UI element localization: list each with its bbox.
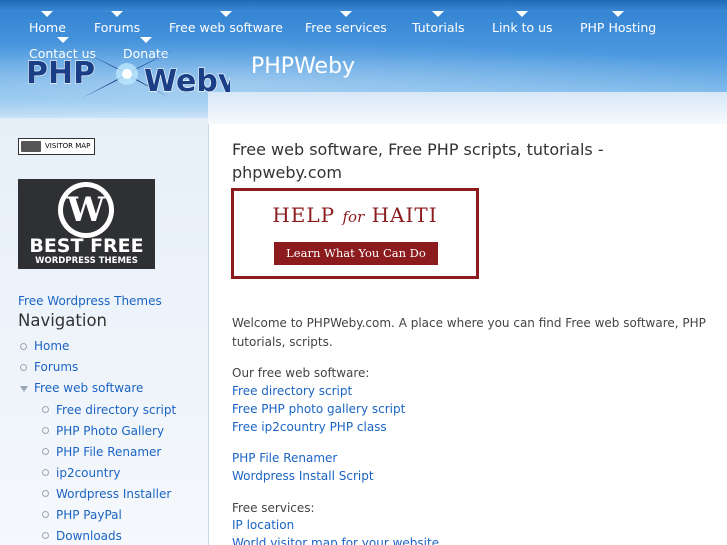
submenu-downloads[interactable]: Downloads [56, 529, 122, 543]
wordpress-themes-link[interactable]: Free Wordpress Themes [18, 294, 162, 308]
site-name: PHPWeby [251, 54, 356, 79]
navigation-title: Navigation [18, 311, 107, 330]
bullet-icon [42, 427, 49, 434]
nav-free-web-software[interactable]: Free web software [169, 11, 283, 35]
bullet-icon [20, 343, 27, 350]
welcome-text-line2: tutorials, scripts. [232, 335, 333, 349]
link-ip-location[interactable]: IP location [232, 518, 294, 532]
menu-item-home[interactable]: Home [34, 339, 69, 353]
submenu-php-paypal[interactable]: PHP PayPal [56, 508, 122, 522]
submenu-php-photo-gallery[interactable]: PHP Photo Gallery [56, 424, 164, 438]
nav-notch-icon [111, 11, 124, 17]
nav-notch-icon [432, 11, 445, 17]
nav-notch-icon [220, 11, 232, 17]
bullet-icon [42, 406, 49, 413]
nav-notch-icon [339, 11, 352, 17]
bullet-icon [42, 490, 49, 497]
page-title: Free web software, Free PHP scripts, tut… [232, 140, 604, 182]
nav-notch-icon [41, 11, 54, 17]
nav-home[interactable]: Home [29, 11, 66, 35]
visitor-map-badge[interactable]: VISITOR MAP [18, 138, 95, 155]
banner-subtitle: WORDPRESS THEMES [35, 256, 138, 266]
nav-free-services[interactable]: Free services [305, 11, 387, 35]
bullet-icon [42, 511, 49, 518]
bullet-icon [42, 469, 49, 476]
wordpress-logo-icon: W [58, 182, 114, 238]
nav-tutorials[interactable]: Tutorials [412, 11, 464, 35]
link-free-php-photo-gallery-script[interactable]: Free PHP photo gallery script [232, 402, 405, 416]
menu-item-free-web-software[interactable]: Free web software [34, 381, 143, 395]
world-map-icon [21, 141, 41, 152]
menu-item-forums[interactable]: Forums [34, 360, 78, 374]
nav-notch-icon [139, 37, 152, 43]
wordpress-themes-banner[interactable]: W BEST FREE WORDPRESS THEMES [18, 179, 155, 269]
software-heading: Our free web software: [232, 366, 370, 380]
nav-notch-icon [612, 11, 625, 17]
learn-what-you-can-do-button[interactable]: Learn What You Can Do [274, 242, 438, 265]
bullet-icon [20, 364, 27, 371]
submenu-free-directory-script[interactable]: Free directory script [56, 403, 176, 417]
welcome-text-line1: Welcome to PHPWeby.com. A place where yo… [232, 316, 706, 330]
nav-notch-icon [516, 11, 529, 17]
banner-title: BEST FREE [29, 235, 144, 257]
bullet-icon [42, 532, 49, 539]
nav-notch-icon [56, 37, 69, 43]
nav-php-hosting[interactable]: PHP Hosting [580, 11, 656, 35]
submenu-php-file-renamer[interactable]: PHP File Renamer [56, 445, 161, 459]
link-free-directory-script[interactable]: Free directory script [232, 384, 352, 398]
logo-php-text: PHP [26, 56, 95, 91]
haiti-heading: HELP for HAITI [272, 203, 438, 227]
expanded-triangle-icon [20, 386, 28, 392]
link-wordpress-install-script[interactable]: Wordpress Install Script [232, 469, 374, 483]
help-for-haiti-banner[interactable]: HELP for HAITI Learn What You Can Do [231, 188, 479, 279]
submenu-ip2country[interactable]: ip2country [56, 466, 120, 480]
link-free-ip2country-php-class[interactable]: Free ip2country PHP class [232, 420, 387, 434]
nav-forums[interactable]: Forums [94, 11, 140, 35]
bullet-icon [42, 448, 49, 455]
link-world-visitor-map[interactable]: World visitor map for your website [232, 536, 439, 545]
nav-link-to-us[interactable]: Link to us [492, 11, 553, 35]
services-heading: Free services: [232, 501, 315, 515]
submenu-wordpress-installer[interactable]: Wordpress Installer [56, 487, 171, 501]
phpweby-logo[interactable]: PHP Weby [24, 48, 230, 100]
link-php-file-renamer[interactable]: PHP File Renamer [232, 451, 337, 465]
content-top-gradient [208, 92, 727, 124]
